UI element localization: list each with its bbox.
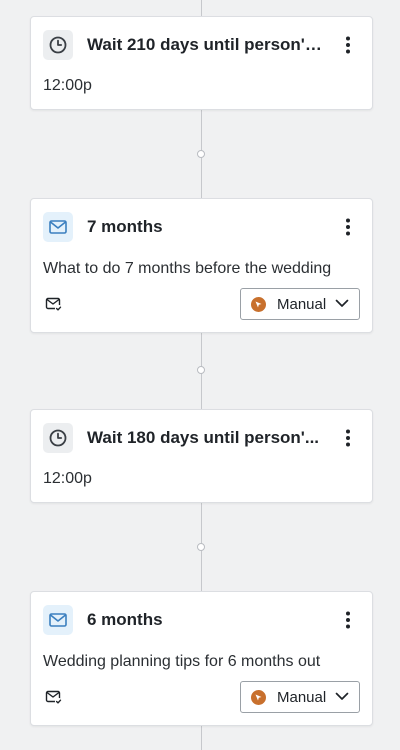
email-step-title: 7 months — [87, 217, 163, 236]
add-step-node[interactable] — [197, 366, 205, 374]
email-check-icon — [45, 295, 63, 313]
wait-step-time: 12:00p — [43, 77, 92, 94]
more-options-icon[interactable] — [336, 426, 360, 450]
wait-step-title: Wait 180 days until person'... — [87, 428, 320, 447]
manual-cursor-icon — [251, 296, 266, 312]
envelope-icon — [43, 212, 73, 242]
wait-step-time: 12:00p — [43, 470, 92, 487]
wait-step-title: Wait 210 days until person's... — [87, 35, 328, 54]
email-check-icon — [45, 688, 63, 706]
send-mode-dropdown[interactable]: Manual — [240, 288, 360, 320]
wait-step-card[interactable]: Wait 210 days until person's... 12:00p — [30, 16, 373, 110]
more-options-icon[interactable] — [336, 215, 360, 239]
wait-step-card[interactable]: Wait 180 days until person'... 12:00p — [30, 409, 373, 503]
clock-icon — [43, 423, 73, 453]
email-step-card[interactable]: 6 months Wedding planning tips for 6 mon… — [30, 591, 373, 726]
add-step-node[interactable] — [197, 150, 205, 158]
email-subject: Wedding planning tips for 6 months out — [43, 653, 321, 670]
manual-cursor-icon — [251, 689, 266, 705]
more-options-icon[interactable] — [336, 608, 360, 632]
send-mode-value: Manual — [277, 688, 327, 706]
send-mode-dropdown[interactable]: Manual — [240, 681, 360, 713]
clock-icon — [43, 30, 73, 60]
chevron-down-icon — [335, 295, 349, 313]
email-subject: What to do 7 months before the wedding — [43, 260, 332, 277]
add-step-node[interactable] — [197, 543, 205, 551]
email-step-title: 6 months — [87, 610, 163, 629]
more-options-icon[interactable] — [336, 33, 360, 57]
envelope-icon — [43, 605, 73, 635]
send-mode-value: Manual — [277, 295, 327, 313]
chevron-down-icon — [335, 688, 349, 706]
email-step-card[interactable]: 7 months What to do 7 months before the … — [30, 198, 373, 333]
